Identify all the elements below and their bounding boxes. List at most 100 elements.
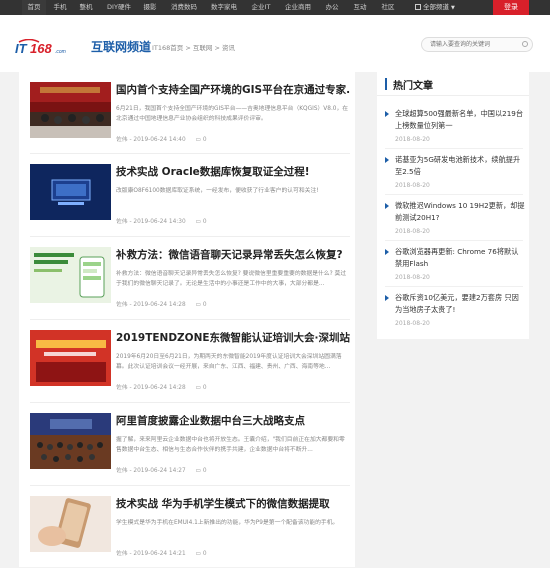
hot-article-date: 2018-08-20: [395, 182, 430, 189]
nav-interact[interactable]: 互动: [349, 0, 371, 15]
comment-icon: ▭: [195, 137, 201, 143]
article-meta: 佐伟 - 2019-06-24 14:40 ▭ 0: [116, 137, 207, 143]
arrow-icon: [385, 111, 389, 117]
article-title[interactable]: 2019TENDZONE东微智能认证培训大会·深圳站...: [116, 330, 350, 345]
comment-icon: ▭: [195, 468, 201, 474]
article-meta: 佐伟 - 2019-06-24 14:27 ▭ 0: [116, 468, 207, 474]
nav-community[interactable]: 社区: [377, 0, 399, 15]
article-thumbnail[interactable]: [30, 82, 111, 138]
article-summary: 6月21日，我国首个支持全国产环境的GIS平台——吉奥地理信息平台（KQGIS）…: [116, 106, 349, 122]
breadcrumb[interactable]: IT168首页 > 互联网 > 资讯: [152, 42, 235, 52]
nav-pc[interactable]: 整机: [75, 0, 97, 15]
article-author: 佐伟: [116, 219, 128, 225]
article-thumbnail[interactable]: [30, 164, 111, 220]
comment-count: 0: [202, 302, 207, 308]
comment-icon: ▭: [195, 302, 201, 308]
article-summary: 握了解，来来阿里云企业数据中台也将开放生态。王囊介绍，"我们目前正在加大都要和零…: [116, 437, 345, 453]
article-author: 佐伟: [116, 137, 128, 143]
all-channels-label: 全部频道: [423, 3, 449, 11]
comment-count: 0: [202, 468, 207, 474]
article-meta: 佐伟 - 2019-06-24 14:28 ▭ 0: [116, 385, 207, 391]
comment-count: 0: [202, 385, 207, 391]
nav-photo[interactable]: 摄影: [139, 0, 161, 15]
accent-bar: [385, 78, 387, 90]
comment-icon: ▭: [195, 219, 201, 225]
comment-count: 0: [202, 219, 207, 225]
hot-article-date: 2018-08-20: [395, 228, 430, 235]
all-channels-dropdown[interactable]: 全部频道 ▼: [415, 0, 455, 15]
nav-diy[interactable]: DIY硬件: [103, 0, 135, 15]
article-item[interactable]: 国内首个支持全国产环境的GIS平台在京通过专家... 6月21日，我国首个支持全…: [30, 72, 350, 154]
article-title[interactable]: 国内首个支持全国产环境的GIS平台在京通过专家...: [116, 82, 350, 97]
article-thumbnail[interactable]: [30, 330, 111, 386]
hot-article-date: 2018-08-20: [395, 320, 430, 327]
article-item[interactable]: 2019TENDZONE东微智能认证培训大会·深圳站... 2019年6月20日…: [30, 320, 350, 402]
article-date: 2019-06-24 14:30: [133, 219, 186, 225]
article-date: 2019-06-24 14:28: [133, 302, 186, 308]
top-nav-bar: 首页 手机 整机 DIY硬件 摄影 消费数码 数字家电 企业IT 企业商用 办公…: [0, 0, 550, 15]
arrow-icon: [385, 249, 389, 255]
it168-logo[interactable]: IT 168 .com: [15, 39, 75, 55]
search-input[interactable]: [421, 37, 533, 52]
article-date: 2019-06-24 14:21: [133, 551, 186, 557]
article-thumbnail[interactable]: [30, 413, 111, 469]
nav-home[interactable]: 首页: [22, 0, 46, 15]
article-author: 佐伟: [116, 302, 128, 308]
article-title[interactable]: 技术实战 Oracle数据库恢复取证全过程!: [116, 164, 350, 179]
article-thumbnail[interactable]: [30, 496, 111, 552]
article-summary: 学生模式是华为手机在EMUI4.1上新推出的功能，华为P9是第一个配备该功能的手…: [116, 520, 339, 526]
hot-article-title[interactable]: 谷歌浏览器再更新: Chrome 76将默认禁用Flash: [395, 246, 525, 270]
nav-phone[interactable]: 手机: [49, 0, 71, 15]
article-meta: 佐伟 - 2019-06-24 14:21 ▭ 0: [116, 551, 207, 557]
article-date: 2019-06-24 14:40: [133, 137, 186, 143]
article-title[interactable]: 技术实战 华为手机学生模式下的微信数据提取: [116, 496, 350, 511]
article-item[interactable]: 技术实战 华为手机学生模式下的微信数据提取 学生模式是华为手机在EMUI4.1上…: [30, 486, 350, 568]
article-summary: 补救方法：微信语音聊天记录异常丢失怎么恢复? 要说微信里重要重要的数据是什么? …: [116, 271, 347, 287]
article-date: 2019-06-24 14:27: [133, 468, 186, 474]
search-icon[interactable]: [522, 41, 528, 47]
article-item[interactable]: 阿里首度披露企业数据中台三大战略支点 握了解，来来阿里云企业数据中台也将开放生态…: [30, 403, 350, 485]
hot-article-title[interactable]: 谷歌斥资10亿美元，要建2万套房 只因为当地房子太贵了!: [395, 292, 525, 316]
article-item[interactable]: 技术实战 Oracle数据库恢复取证全过程! 改版康O8F6100数据库取证系统…: [30, 154, 350, 236]
hot-article-title[interactable]: 全球超算500强最新名单，中国以219台上榜数量位列第一: [395, 108, 525, 132]
article-meta: 佐伟 - 2019-06-24 14:28 ▭ 0: [116, 302, 207, 308]
hot-article-title[interactable]: 微软推迟Windows 10 19H2更新，却提前测试20H1?: [395, 200, 525, 224]
svg-text:IT: IT: [15, 41, 28, 55]
article-author: 佐伟: [116, 551, 128, 557]
comment-count: 0: [202, 551, 207, 557]
article-thumbnail[interactable]: [30, 247, 111, 303]
nav-office[interactable]: 办公: [321, 0, 343, 15]
svg-text:168: 168: [30, 41, 52, 55]
nav-enterprise-it[interactable]: 企业IT: [246, 0, 276, 15]
divider: [385, 194, 523, 195]
nav-appliance[interactable]: 数字家电: [207, 0, 241, 15]
chevron-down-icon: ▼: [451, 5, 455, 11]
article-title[interactable]: 阿里首度披露企业数据中台三大战略支点: [116, 413, 350, 428]
hot-article-date: 2018-08-20: [395, 136, 430, 143]
login-button[interactable]: 登录: [493, 0, 529, 15]
article-meta: 佐伟 - 2019-06-24 14:30 ▭ 0: [116, 219, 207, 225]
nav-digital[interactable]: 消费数码: [167, 0, 201, 15]
comment-icon: ▭: [195, 551, 201, 557]
hot-article-date: 2018-08-20: [395, 274, 430, 281]
arrow-icon: [385, 295, 389, 301]
article-author: 佐伟: [116, 468, 128, 474]
article-summary: 改版康O8F6100数据库取证系统，一经发布，便收获了行业客户的认可和关注!: [116, 188, 319, 194]
hot-article-title[interactable]: 诺基亚为5G研发电池新技术，续航提升至2.5倍: [395, 154, 525, 178]
article-date: 2019-06-24 14:28: [133, 385, 186, 391]
hot-articles-header: 热门文章: [377, 72, 529, 96]
divider: [385, 240, 523, 241]
arrow-icon: [385, 157, 389, 163]
svg-text:.com: .com: [55, 49, 66, 55]
hot-articles-panel: 热门文章 全球超算500强最新名单，中国以219台上榜数量位列第一 2018-0…: [377, 72, 529, 339]
article-item[interactable]: 补救方法：微信语音聊天记录异常丢失怎么恢复? 补救方法：微信语音聊天记录异常丢失…: [30, 237, 350, 319]
comment-count: 0: [202, 137, 207, 143]
article-title[interactable]: 补救方法：微信语音聊天记录异常丢失怎么恢复?: [116, 247, 350, 262]
comment-icon: ▭: [195, 385, 201, 391]
site-header: IT 168 .com 互联网频道 IT168首页 > 互联网 > 资讯: [0, 15, 550, 72]
divider: [385, 286, 523, 287]
nav-business[interactable]: 企业商用: [281, 0, 315, 15]
hot-articles-title: 热门文章: [393, 81, 433, 92]
grid-icon: [415, 4, 421, 10]
divider: [385, 148, 523, 149]
